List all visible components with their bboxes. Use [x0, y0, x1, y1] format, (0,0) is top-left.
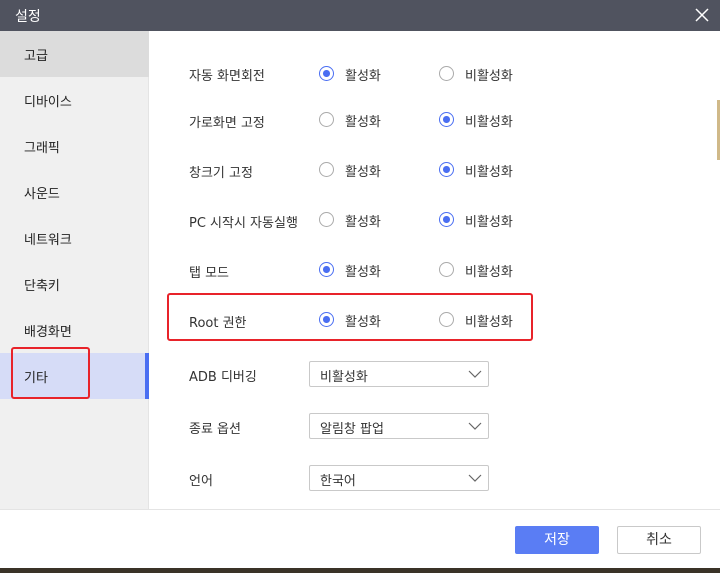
sidebar-highlight-box — [11, 347, 90, 399]
radio-circle — [319, 212, 334, 227]
close-icon[interactable] — [692, 5, 712, 25]
window-size-lock-enable-radio[interactable]: 활성화 — [319, 160, 409, 180]
title-bar: 설정 — [0, 0, 720, 31]
save-button[interactable]: 저장 — [515, 526, 599, 554]
radio-label: 활성화 — [345, 265, 381, 280]
radio-label: 비활성화 — [465, 215, 513, 230]
sidebar-item-device[interactable]: 디바이스 — [0, 77, 149, 123]
radio-label: 비활성화 — [465, 115, 513, 130]
dialog-footer: 저장 취소 — [0, 509, 720, 568]
radio-circle — [319, 162, 334, 177]
chevron-down-icon — [468, 422, 482, 430]
sidebar-item-label: 배경화면 — [24, 325, 72, 340]
radio-label: 비활성화 — [465, 69, 513, 84]
autostart-enable-radio[interactable]: 활성화 — [319, 210, 409, 230]
language-select[interactable]: 한국어 — [309, 465, 489, 491]
auto-rotate-disable-radio[interactable]: 비활성화 — [439, 64, 529, 84]
setting-label-language: 언어 — [189, 474, 213, 489]
setting-label-tab-mode: 탭 모드 — [189, 266, 230, 281]
settings-dialog: 고급 디바이스 그래픽 사운드 네트워크 단축키 배경화면 기타 자동 화면회전… — [0, 31, 720, 568]
tab-mode-disable-radio[interactable]: 비활성화 — [439, 260, 529, 280]
root-permission-highlight-box — [167, 293, 533, 341]
window-title: 설정 — [15, 9, 41, 25]
radio-label: 비활성화 — [465, 265, 513, 280]
settings-content: 자동 화면회전 활성화 비활성화 가로화면 고정 활성화 비활성화 창크기 고정… — [150, 31, 720, 509]
sidebar-item-advanced[interactable]: 고급 — [0, 31, 149, 77]
setting-label-window-size-lock: 창크기 고정 — [189, 166, 253, 181]
sidebar-item-sound[interactable]: 사운드 — [0, 169, 149, 215]
select-value: 비활성화 — [320, 370, 368, 385]
radio-label: 비활성화 — [465, 165, 513, 180]
select-value: 알림창 팝업 — [320, 422, 384, 437]
auto-rotate-enable-radio[interactable]: 활성화 — [319, 64, 409, 84]
radio-label: 활성화 — [345, 165, 381, 180]
select-value: 한국어 — [320, 474, 356, 489]
setting-label-landscape-lock: 가로화면 고정 — [189, 116, 265, 131]
autostart-disable-radio[interactable]: 비활성화 — [439, 210, 529, 230]
radio-circle — [439, 112, 454, 127]
sidebar-item-shortcuts[interactable]: 단축키 — [0, 261, 149, 307]
sidebar-item-network[interactable]: 네트워크 — [0, 215, 149, 261]
sidebar-item-label: 사운드 — [24, 187, 60, 202]
setting-label-exit-option: 종료 옵션 — [189, 422, 241, 437]
adb-debugging-select[interactable]: 비활성화 — [309, 361, 489, 387]
sidebar-item-label: 디바이스 — [24, 95, 72, 110]
radio-circle — [439, 66, 454, 81]
radio-circle — [439, 212, 454, 227]
radio-circle — [319, 66, 334, 81]
background-strip — [0, 568, 720, 573]
setting-label-auto-rotate: 자동 화면회전 — [189, 69, 265, 84]
sidebar: 고급 디바이스 그래픽 사운드 네트워크 단축키 배경화면 기타 — [0, 31, 149, 509]
radio-label: 활성화 — [345, 69, 381, 84]
radio-label: 활성화 — [345, 115, 381, 130]
radio-circle — [319, 262, 334, 277]
exit-option-select[interactable]: 알림창 팝업 — [309, 413, 489, 439]
radio-circle — [439, 262, 454, 277]
landscape-lock-disable-radio[interactable]: 비활성화 — [439, 110, 529, 130]
sidebar-item-label: 그래픽 — [24, 141, 60, 156]
landscape-lock-enable-radio[interactable]: 활성화 — [319, 110, 409, 130]
setting-label-autostart: PC 시작시 자동실행 — [189, 216, 298, 231]
cancel-button[interactable]: 취소 — [617, 526, 701, 554]
chevron-down-icon — [468, 370, 482, 378]
sidebar-item-label: 네트워크 — [24, 233, 72, 248]
chevron-down-icon — [468, 474, 482, 482]
radio-circle — [319, 112, 334, 127]
radio-label: 활성화 — [345, 215, 381, 230]
radio-circle — [439, 162, 454, 177]
sidebar-item-graphics[interactable]: 그래픽 — [0, 123, 149, 169]
sidebar-item-label: 단축키 — [24, 279, 60, 294]
setting-label-adb-debugging: ADB 디버깅 — [189, 370, 257, 385]
sidebar-item-label: 고급 — [24, 49, 48, 64]
window-size-lock-disable-radio[interactable]: 비활성화 — [439, 160, 529, 180]
tab-mode-enable-radio[interactable]: 활성화 — [319, 260, 409, 280]
